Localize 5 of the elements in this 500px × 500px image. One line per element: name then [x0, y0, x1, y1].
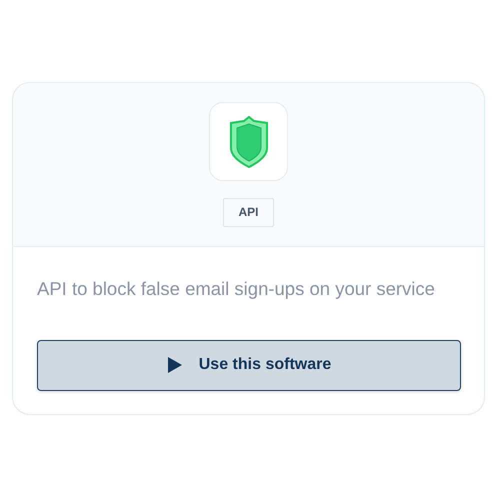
- use-software-button[interactable]: Use this software: [37, 340, 461, 391]
- category-tag: API: [223, 198, 274, 228]
- play-icon: [166, 356, 183, 374]
- shield-icon: [228, 116, 268, 168]
- description-text: API to block false email sign-ups on your service: [37, 277, 436, 301]
